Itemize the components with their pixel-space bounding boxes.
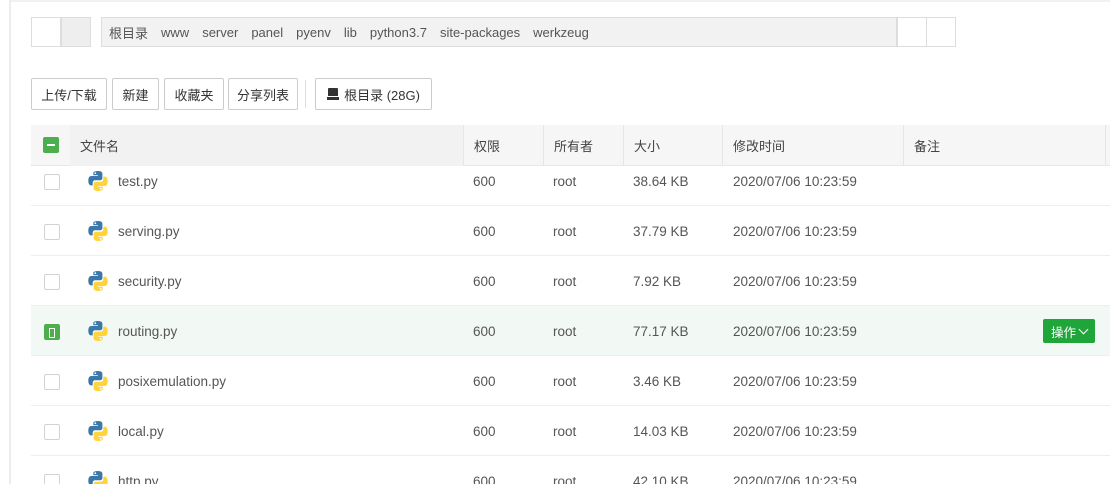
upload-download-button[interactable]: 上传/下载	[31, 78, 107, 110]
file-size: 77.17 KB	[633, 323, 689, 339]
disk-label: 根目录 (28G)	[344, 87, 420, 103]
python-icon	[88, 271, 108, 291]
row-checkbox[interactable]	[44, 174, 60, 190]
chevron-down-icon	[1078, 324, 1089, 334]
file-permission[interactable]: 600	[473, 406, 496, 456]
file-name[interactable]: posixemulation.py	[118, 356, 226, 406]
file-owner[interactable]: root	[553, 206, 576, 256]
file-mtime: 2020/07/06 10:23:59	[733, 323, 857, 339]
file-mtime: 2020/07/06 10:23:59	[733, 423, 857, 439]
file-name[interactable]: local.py	[118, 406, 164, 456]
table-header: 文件名 权限 所有者 大小 修改时间 备注	[31, 125, 1110, 166]
file-size: 37.79 KB	[633, 223, 689, 239]
breadcrumb-item-root[interactable]: 根目录	[109, 23, 148, 42]
disk-icon	[327, 88, 340, 100]
python-icon	[88, 471, 108, 484]
file-owner[interactable]: root	[553, 356, 576, 406]
breadcrumb-item-python37[interactable]: python3.7	[370, 25, 427, 40]
refresh-button[interactable]	[897, 17, 927, 47]
file-name[interactable]: serving.py	[118, 206, 180, 256]
file-owner[interactable]: root	[553, 256, 576, 306]
file-mtime: 2020/07/06 10:23:59	[733, 473, 857, 484]
breadcrumb-item-site-packages[interactable]: site-packages	[440, 25, 520, 40]
file-size: 14.03 KB	[633, 423, 689, 439]
python-icon	[88, 221, 108, 241]
file-size: 7.92 KB	[633, 273, 682, 289]
column-header-note: 备注	[903, 125, 1106, 166]
column-header-name[interactable]: 文件名	[70, 125, 463, 166]
operations-dropdown-button[interactable]: 操作	[1043, 319, 1095, 343]
forward-button[interactable]	[61, 17, 91, 47]
breadcrumb-item-server[interactable]: server	[202, 25, 238, 40]
select-all-checkbox[interactable]	[43, 137, 59, 153]
file-name[interactable]: routing.py	[118, 306, 177, 356]
row-checkbox[interactable]	[44, 474, 60, 484]
column-header-mtime[interactable]: 修改时间	[722, 125, 903, 166]
table-row[interactable]: http.py 600 root 42.10 KB 2020/07/06 10:…	[31, 456, 1110, 484]
table-row[interactable]: serving.py 600 root 37.79 KB 2020/07/06 …	[31, 206, 1110, 256]
file-name[interactable]: http.py	[118, 456, 159, 484]
operations-label: 操作	[1050, 325, 1076, 340]
breadcrumb-item-www[interactable]: www	[161, 25, 189, 40]
row-checkbox[interactable]	[44, 224, 60, 240]
file-permission[interactable]: 600	[473, 356, 496, 406]
file-owner[interactable]: root	[553, 306, 576, 356]
row-checkbox[interactable]	[44, 274, 60, 290]
file-permission[interactable]: 600	[473, 256, 496, 306]
file-mtime: 2020/07/06 10:23:59	[733, 223, 857, 239]
row-checkbox[interactable]	[44, 374, 60, 390]
file-size: 42.10 KB	[633, 473, 689, 484]
column-header-permission[interactable]: 权限	[463, 125, 543, 166]
table-row[interactable]: routing.py 600 root 77.17 KB 2020/07/06 …	[31, 306, 1110, 356]
left-divider	[9, 0, 11, 484]
python-icon	[88, 321, 108, 341]
table-row[interactable]: local.py 600 root 14.03 KB 2020/07/06 10…	[31, 406, 1110, 456]
share-list-button[interactable]: 分享列表	[228, 78, 298, 110]
table-row[interactable]: posixemulation.py 600 root 3.46 KB 2020/…	[31, 356, 1110, 406]
file-list: test.py 600 root 38.64 KB 2020/07/06 10:…	[31, 156, 1110, 484]
breadcrumb-item-pyenv[interactable]: pyenv	[296, 25, 331, 40]
column-header-owner[interactable]: 所有者	[543, 125, 623, 166]
breadcrumb-item-panel[interactable]: panel	[251, 25, 283, 40]
python-icon	[88, 421, 108, 441]
toolbar-divider	[305, 80, 306, 108]
new-button[interactable]: 新建	[112, 78, 159, 110]
favorites-button[interactable]: 收藏夹	[164, 78, 224, 110]
file-permission[interactable]: 600	[473, 306, 496, 356]
breadcrumb-item-werkzeug[interactable]: werkzeug	[533, 25, 589, 40]
file-mtime: 2020/07/06 10:23:59	[733, 273, 857, 289]
row-checkbox[interactable]	[44, 324, 60, 340]
file-mtime: 2020/07/06 10:23:59	[733, 373, 857, 389]
file-permission[interactable]: 600	[473, 456, 496, 484]
file-permission[interactable]: 600	[473, 206, 496, 256]
python-icon	[88, 171, 108, 191]
file-name[interactable]: security.py	[118, 256, 182, 306]
breadcrumb[interactable]: 根目录 www server panel pyenv lib python3.7…	[101, 17, 897, 47]
top-divider	[11, 0, 1110, 2]
table-row[interactable]: security.py 600 root 7.92 KB 2020/07/06 …	[31, 256, 1110, 306]
disk-button[interactable]: 根目录 (28G)	[315, 78, 432, 110]
column-header-size[interactable]: 大小	[623, 125, 722, 166]
row-checkbox[interactable]	[44, 424, 60, 440]
breadcrumb-item-lib[interactable]: lib	[344, 25, 357, 40]
file-owner[interactable]: root	[553, 456, 576, 484]
file-size: 3.46 KB	[633, 373, 682, 389]
file-owner[interactable]: root	[553, 406, 576, 456]
search-button[interactable]	[926, 17, 956, 47]
python-icon	[88, 371, 108, 391]
back-button[interactable]	[31, 17, 61, 47]
